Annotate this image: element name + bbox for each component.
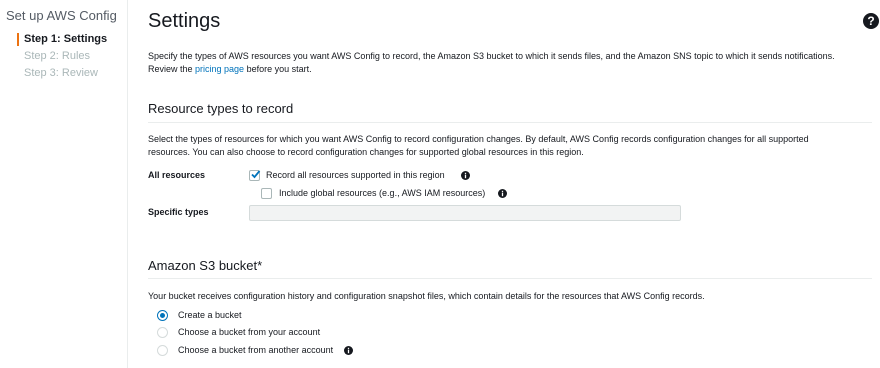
checkmark-icon [251, 170, 261, 179]
specific-types-label: Specific types [148, 207, 209, 217]
divider [148, 278, 872, 279]
s3-bucket-title: Amazon S3 bucket* [148, 258, 263, 273]
info-icon[interactable] [461, 171, 470, 180]
record-all-checkbox[interactable] [249, 170, 261, 181]
resource-types-desc: Select the types of resources for which … [148, 134, 809, 157]
specific-types-input[interactable] [249, 205, 681, 221]
create-bucket-label: Create a bucket [178, 310, 242, 320]
choose-other-bucket-label: Choose a bucket from another account [178, 345, 334, 355]
svg-text:?: ? [867, 14, 874, 28]
choose-own-bucket-label: Choose a bucket from your account [178, 327, 321, 337]
intro-text: Specify the types of AWS resources you w… [148, 51, 835, 74]
info-icon[interactable] [344, 346, 353, 355]
record-all-label: Record all resources supported in this r… [266, 170, 445, 180]
choose-other-bucket-radio[interactable] [157, 345, 168, 356]
page-title: Settings [148, 10, 221, 32]
active-step-marker [17, 33, 19, 46]
choose-own-bucket-radio[interactable] [157, 327, 168, 338]
step-review[interactable]: Step 3: Review [24, 67, 98, 79]
all-resources-label: All resources [148, 170, 206, 180]
step-settings[interactable]: Step 1: Settings [24, 33, 107, 45]
create-bucket-radio[interactable] [157, 310, 168, 321]
step-rules[interactable]: Step 2: Rules [24, 50, 90, 62]
question-circle-icon[interactable]: ? [862, 12, 880, 30]
include-global-label: Include global resources (e.g., AWS IAM … [279, 188, 486, 198]
include-global-checkbox[interactable] [261, 188, 272, 199]
pricing-page-link[interactable]: pricing page [195, 64, 244, 74]
sidebar-title: Set up AWS Config [6, 8, 117, 23]
resource-types-title: Resource types to record [148, 101, 294, 116]
wizard-sidebar: Set up AWS Config Step 1: Settings Step … [0, 0, 128, 368]
info-icon[interactable] [498, 189, 507, 198]
s3-bucket-desc: Your bucket receives configuration histo… [148, 291, 705, 301]
divider [148, 122, 872, 123]
